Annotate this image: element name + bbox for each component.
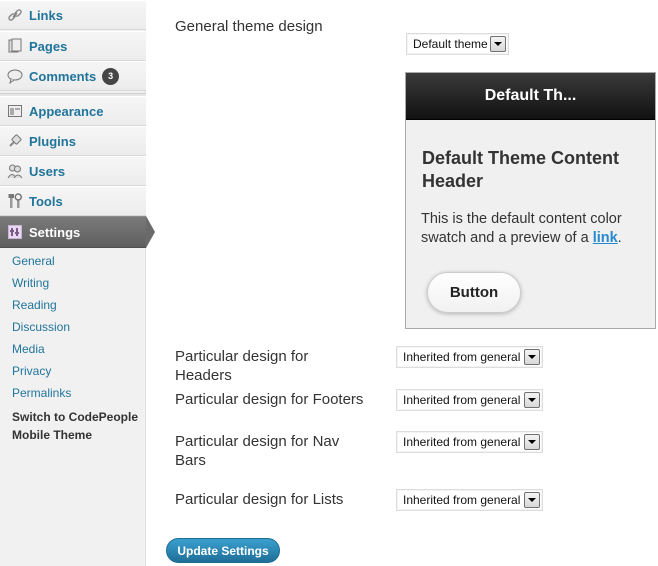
submenu-writing[interactable]: Writing <box>0 272 146 294</box>
submenu-codepeople-mobile-theme[interactable]: Switch to CodePeople Mobile Theme <box>0 404 140 444</box>
menu-label-users: Users <box>29 163 66 179</box>
submenu-general[interactable]: General <box>0 250 146 272</box>
navbars-design-label: Particular design for Nav Bars <box>175 433 340 469</box>
plugins-icon <box>7 133 23 149</box>
submenu-permalinks[interactable]: Permalinks <box>0 382 146 404</box>
chevron-down-icon <box>490 36 506 52</box>
menu-label-appearance: Appearance <box>29 103 104 119</box>
menu-label-plugins: Plugins <box>29 133 76 149</box>
update-settings-button[interactable]: Update Settings <box>166 538 280 563</box>
menu-item-appearance[interactable]: Appearance <box>0 96 146 126</box>
menu-label-comments: Comments <box>29 68 97 84</box>
preview-link[interactable]: link <box>593 230 618 246</box>
preview-text-end: . <box>617 230 622 246</box>
navbars-design-select[interactable]: Inherited from general <box>396 431 543 453</box>
menu-label-tools: Tools <box>29 193 63 209</box>
footers-design-select[interactable]: Inherited from general <box>396 389 543 411</box>
theme-preview: Default Th... Default Theme Content Head… <box>405 72 656 329</box>
general-theme-select-value: Default theme <box>413 37 488 51</box>
pages-icon <box>7 38 23 54</box>
comments-icon <box>7 68 23 84</box>
lists-design-select-value: Inherited from general <box>403 493 521 507</box>
current-menu-arrow <box>146 216 155 248</box>
preview-text: This is the default content color swatch… <box>421 210 653 248</box>
preview-text-body: This is the default content color swatch… <box>421 211 622 246</box>
footers-design-label: Particular design for Footers <box>175 391 364 408</box>
menu-label-pages: Pages <box>29 38 68 54</box>
admin-sidebar: Links Pages Comments 3 Appearance Plugin… <box>0 0 146 566</box>
settings-icon <box>7 224 23 240</box>
preview-header: Default Th... <box>406 73 655 120</box>
headers-design-label: Particular design for Headers <box>175 348 309 384</box>
menu-label-links: Links <box>29 7 63 23</box>
headers-design-select[interactable]: Inherited from general <box>396 346 543 368</box>
menu-item-plugins[interactable]: Plugins <box>0 126 146 156</box>
menu-item-comments[interactable]: Comments 3 <box>0 61 146 91</box>
chevron-down-icon <box>524 492 540 508</box>
preview-button[interactable]: Button <box>427 272 521 313</box>
settings-submenu: General Writing Reading Discussion Media… <box>0 250 146 444</box>
navbars-design-select-value: Inherited from general <box>403 435 521 449</box>
menu-item-settings[interactable]: Settings <box>0 216 146 248</box>
appearance-icon <box>7 103 23 119</box>
lists-design-select[interactable]: Inherited from general <box>396 489 543 511</box>
menu-item-users[interactable]: Users <box>0 156 146 186</box>
headers-design-select-value: Inherited from general <box>403 350 521 364</box>
chevron-down-icon <box>524 434 540 450</box>
submenu-privacy[interactable]: Privacy <box>0 360 146 382</box>
chevron-down-icon <box>524 392 540 408</box>
submenu-discussion[interactable]: Discussion <box>0 316 146 338</box>
menu-item-tools[interactable]: Tools <box>0 186 146 216</box>
tools-icon <box>7 193 23 209</box>
submenu-media[interactable]: Media <box>0 338 146 360</box>
link-icon <box>7 7 23 23</box>
menu-item-pages[interactable]: Pages <box>0 31 146 61</box>
menu-item-links[interactable]: Links <box>0 0 146 30</box>
chevron-down-icon <box>524 349 540 365</box>
preview-content-header: Default Theme Content Header <box>422 148 620 191</box>
users-icon <box>7 163 23 179</box>
submenu-reading[interactable]: Reading <box>0 294 146 316</box>
general-theme-select[interactable]: Default theme <box>406 33 509 55</box>
menu-label-settings: Settings <box>29 224 81 240</box>
footers-design-select-value: Inherited from general <box>403 393 521 407</box>
lists-design-label: Particular design for Lists <box>175 491 344 508</box>
comments-count-badge: 3 <box>102 67 120 85</box>
general-theme-label: General theme design <box>175 18 323 35</box>
